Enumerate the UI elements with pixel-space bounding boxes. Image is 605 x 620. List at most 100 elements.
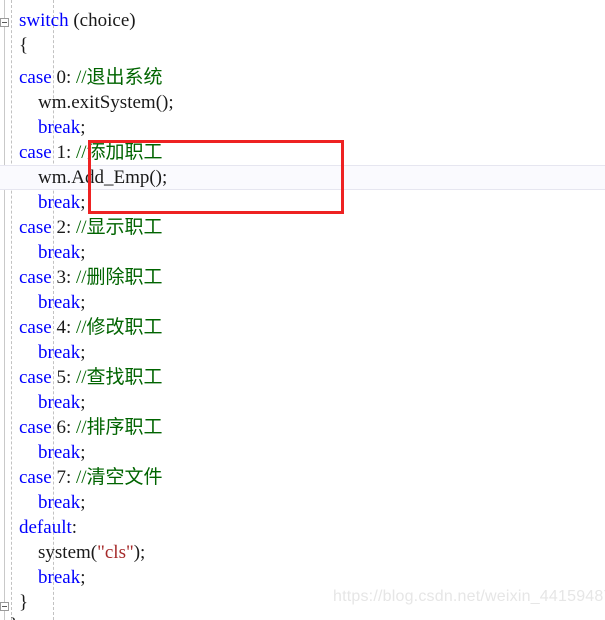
code-token: 2: xyxy=(52,217,76,238)
code-token: //添加职工 xyxy=(76,142,163,163)
code-token: //修改职工 xyxy=(76,317,163,338)
code-line[interactable]: case 3: //删除职工 xyxy=(0,265,605,290)
code-line[interactable]: case 6: //排序职工 xyxy=(0,415,605,440)
code-line[interactable]: wm.exitSystem(); xyxy=(0,90,605,115)
code-token: ; xyxy=(80,392,85,413)
code-line[interactable]: case 7: //清空文件 xyxy=(0,465,605,490)
code-line[interactable]: wm.Add_Emp(); xyxy=(0,165,605,190)
code-token: (choice) xyxy=(69,10,136,31)
code-token: ; xyxy=(80,492,85,513)
code-token xyxy=(0,442,38,463)
code-token xyxy=(0,242,38,263)
code-token: ; xyxy=(80,292,85,313)
code-line[interactable]: break; xyxy=(0,190,605,215)
code-token: default xyxy=(19,517,72,538)
code-token xyxy=(0,10,19,31)
code-token: ); xyxy=(134,542,146,563)
code-token: { xyxy=(0,35,28,56)
code-token: ; xyxy=(80,567,85,588)
code-line[interactable]: case 1: //添加职工 xyxy=(0,140,605,165)
code-token xyxy=(0,417,19,438)
code-line[interactable]: case 5: //查找职工 xyxy=(0,365,605,390)
code-token: case xyxy=(19,67,52,88)
code-token: } xyxy=(0,592,28,613)
code-token: //退出系统 xyxy=(76,67,163,88)
code-token: //显示职工 xyxy=(76,217,163,238)
code-token: 6: xyxy=(52,417,76,438)
code-token xyxy=(0,367,19,388)
code-token: break xyxy=(38,392,80,413)
code-line[interactable]: system("cls"); xyxy=(0,540,605,565)
code-token xyxy=(0,517,19,538)
code-line[interactable]: case 0: //退出系统 xyxy=(0,65,605,90)
code-token xyxy=(0,342,38,363)
code-token: } xyxy=(0,615,19,620)
code-token: switch xyxy=(19,10,69,31)
code-token xyxy=(0,192,38,213)
code-token: break xyxy=(38,242,80,263)
code-token: system( xyxy=(0,542,97,563)
code-line[interactable]: break; xyxy=(0,390,605,415)
code-token: ; xyxy=(80,242,85,263)
code-token: case xyxy=(19,317,52,338)
code-token xyxy=(0,292,38,313)
code-token: ; xyxy=(80,117,85,138)
code-token xyxy=(0,267,19,288)
code-token xyxy=(0,392,38,413)
code-line[interactable]: break; xyxy=(0,490,605,515)
code-line[interactable]: break; xyxy=(0,440,605,465)
code-token xyxy=(0,67,19,88)
code-token: 5: xyxy=(52,367,76,388)
code-token: 7: xyxy=(52,467,76,488)
code-token xyxy=(0,567,38,588)
code-token xyxy=(0,467,19,488)
code-line[interactable]: case 4: //修改职工 xyxy=(0,315,605,340)
code-token: 0: xyxy=(52,67,76,88)
code-token: break xyxy=(38,192,80,213)
code-token: //排序职工 xyxy=(76,417,163,438)
code-token xyxy=(0,142,19,163)
code-token xyxy=(0,117,38,138)
code-token xyxy=(0,217,19,238)
code-line[interactable]: } xyxy=(0,613,605,620)
code-token: case xyxy=(19,367,52,388)
code-token: break xyxy=(38,492,80,513)
code-token: ; xyxy=(80,342,85,363)
code-editor-viewport[interactable]: switch (choice) { case 0: //退出系统 wm.exit… xyxy=(0,0,605,620)
code-token: //清空文件 xyxy=(76,467,163,488)
watermark-url: https://blog.csdn.net/weixin_44159487 xyxy=(333,588,605,606)
code-token: : xyxy=(72,517,77,538)
code-token: case xyxy=(19,267,52,288)
code-token: wm.exitSystem(); xyxy=(0,92,174,113)
code-text[interactable]: switch (choice) { case 0: //退出系统 wm.exit… xyxy=(0,0,605,620)
code-line[interactable]: switch (choice) xyxy=(0,8,605,33)
code-token: ; xyxy=(80,442,85,463)
code-token: 3: xyxy=(52,267,76,288)
code-token: break xyxy=(38,342,80,363)
code-token: case xyxy=(19,142,52,163)
code-line[interactable]: break; xyxy=(0,115,605,140)
code-line[interactable]: { xyxy=(0,33,605,58)
code-token: break xyxy=(38,442,80,463)
code-token: //删除职工 xyxy=(76,267,163,288)
code-line[interactable]: break; xyxy=(0,240,605,265)
code-token: break xyxy=(38,292,80,313)
code-line[interactable]: case 2: //显示职工 xyxy=(0,215,605,240)
code-token: case xyxy=(19,417,52,438)
code-token xyxy=(0,317,19,338)
code-token: "cls" xyxy=(97,542,134,563)
code-token: //查找职工 xyxy=(76,367,163,388)
code-line[interactable]: break; xyxy=(0,340,605,365)
code-token: case xyxy=(19,467,52,488)
code-token: 1: xyxy=(52,142,76,163)
code-token: case xyxy=(19,217,52,238)
code-token: break xyxy=(38,567,80,588)
code-token xyxy=(0,492,38,513)
code-token: wm.Add_Emp(); xyxy=(0,167,167,188)
code-line[interactable]: break; xyxy=(0,290,605,315)
code-line[interactable]: break; xyxy=(0,565,605,590)
code-token: break xyxy=(38,117,80,138)
code-line[interactable]: default: xyxy=(0,515,605,540)
code-token: 4: xyxy=(52,317,76,338)
code-token: ; xyxy=(80,192,85,213)
